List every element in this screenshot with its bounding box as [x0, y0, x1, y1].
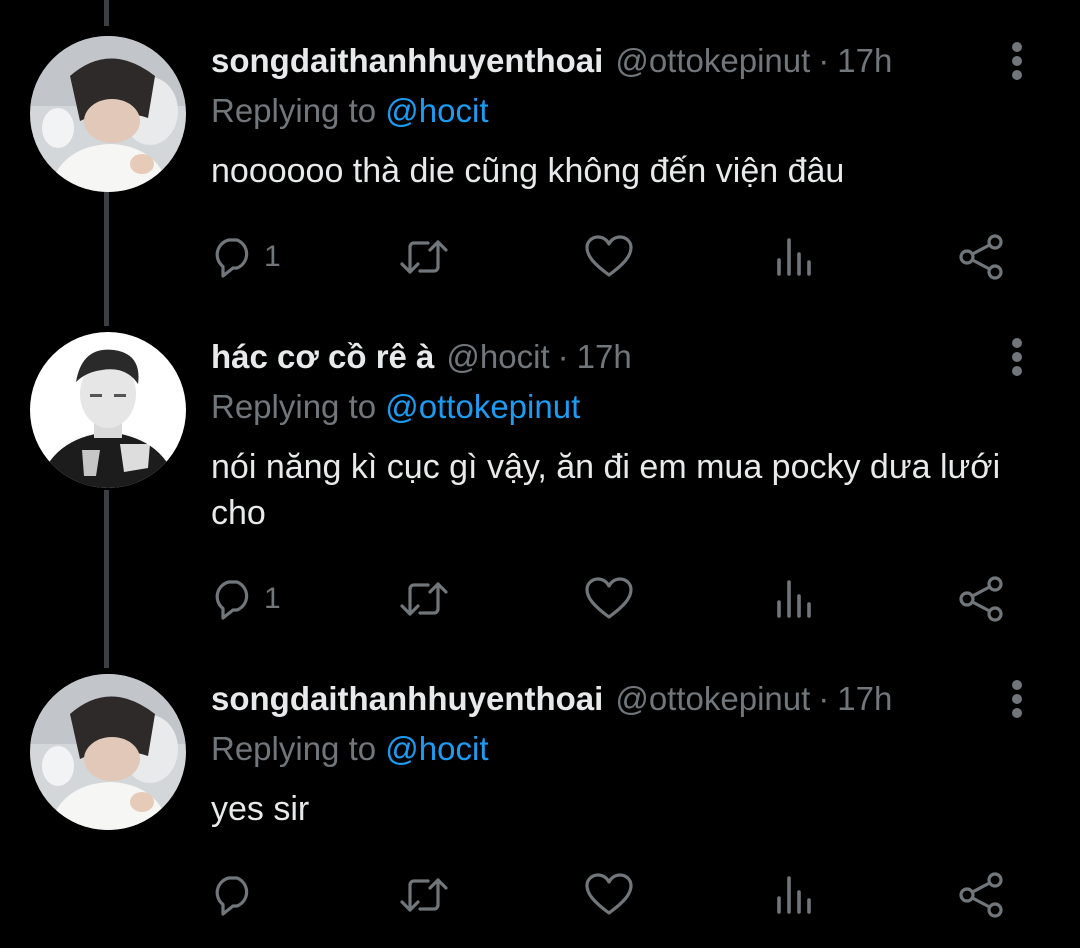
more-options-button[interactable] [1000, 676, 1034, 722]
retweet-icon [400, 582, 448, 616]
like-icon [585, 577, 633, 619]
share-icon [959, 872, 1003, 918]
more-vertical-icon [1012, 338, 1022, 376]
display-name[interactable]: songdaithanhhuyenthoai [211, 42, 603, 80]
share-icon [959, 576, 1003, 622]
replying-to-label: Replying to [211, 730, 377, 767]
like-icon [585, 235, 633, 277]
like-icon [585, 873, 633, 915]
timestamp[interactable]: 17h [837, 42, 892, 80]
avatar[interactable] [30, 332, 186, 488]
replying-to-mention[interactable]: @ottokepinut [385, 388, 580, 425]
avatar[interactable] [30, 36, 186, 192]
like-button[interactable] [584, 232, 634, 282]
share-button[interactable] [958, 574, 1006, 624]
retweet-button[interactable] [398, 232, 450, 282]
retweet-button[interactable] [398, 574, 450, 624]
retweet-icon [400, 878, 448, 912]
more-vertical-icon [1012, 42, 1022, 80]
avatar-image [30, 36, 186, 192]
analytics-icon [777, 238, 811, 276]
analytics-button[interactable] [774, 232, 814, 282]
reply-count: 1 [264, 582, 281, 615]
more-options-button[interactable] [1000, 334, 1034, 380]
username-handle[interactable]: @ottokepinut [615, 680, 810, 718]
replying-to-label: Replying to [211, 388, 377, 425]
more-vertical-icon [1012, 680, 1022, 718]
thread-line-top [104, 0, 109, 26]
avatar-image [30, 332, 186, 488]
display-name[interactable]: hác cơ cồ rê à [211, 338, 434, 376]
analytics-button[interactable] [774, 574, 814, 624]
separator-dot: · [557, 338, 569, 375]
username-handle[interactable]: @ottokepinut [615, 42, 810, 80]
share-button[interactable] [958, 870, 1006, 920]
tweet-actions: 1 [210, 232, 1010, 282]
replying-to: Replying to @hocit [211, 730, 489, 768]
tweet-2[interactable]: hác cơ cồ rê à @hocit · 17h Replying to … [0, 332, 1080, 632]
tweet-actions: 1 [210, 574, 1010, 624]
share-button[interactable] [958, 232, 1006, 282]
reply-icon [215, 238, 249, 278]
tweet-header: songdaithanhhuyenthoai @ottokepinut · 17… [211, 36, 892, 86]
tweet-1[interactable]: songdaithanhhuyenthoai @ottokepinut · 17… [0, 36, 1080, 306]
analytics-icon [777, 876, 811, 914]
more-options-button[interactable] [1000, 38, 1034, 84]
tweet-actions [210, 870, 1010, 920]
replying-to-mention[interactable]: @hocit [385, 730, 488, 767]
analytics-icon [777, 580, 811, 618]
tweet-3[interactable]: songdaithanhhuyenthoai @ottokepinut · 17… [0, 674, 1080, 934]
like-button[interactable] [584, 870, 634, 920]
replying-to-mention[interactable]: @hocit [385, 92, 488, 129]
timestamp[interactable]: 17h [577, 338, 632, 376]
analytics-button[interactable] [774, 870, 814, 920]
retweet-icon [400, 240, 448, 274]
replying-to: Replying to @hocit [211, 92, 489, 130]
like-button[interactable] [584, 574, 634, 624]
tweet-header: hác cơ cồ rê à @hocit · 17h [211, 332, 632, 382]
reply-icon [215, 876, 249, 916]
separator-dot: · [818, 680, 830, 717]
reply-count: 1 [264, 240, 281, 273]
replying-to-label: Replying to [211, 92, 377, 129]
tweet-text: noooooo thà die cũng không đến viện đâu [211, 152, 845, 190]
avatar[interactable] [30, 674, 186, 830]
reply-button[interactable]: 1 [210, 574, 281, 624]
tweet-text: yes sir [211, 790, 310, 828]
reply-button[interactable] [210, 870, 264, 920]
replying-to: Replying to @ottokepinut [211, 388, 580, 426]
tweet-header: songdaithanhhuyenthoai @ottokepinut · 17… [211, 674, 892, 724]
tweet-text: nói năng kì cục gì vậy, ăn đi em mua poc… [211, 448, 1001, 532]
timestamp[interactable]: 17h [837, 680, 892, 718]
share-icon [959, 234, 1003, 280]
reply-button[interactable]: 1 [210, 232, 281, 282]
username-handle[interactable]: @hocit [446, 338, 549, 376]
display-name[interactable]: songdaithanhhuyenthoai [211, 680, 603, 718]
separator-dot: · [818, 42, 830, 79]
retweet-button[interactable] [398, 870, 450, 920]
reply-icon [215, 580, 249, 620]
avatar-image [30, 674, 186, 830]
